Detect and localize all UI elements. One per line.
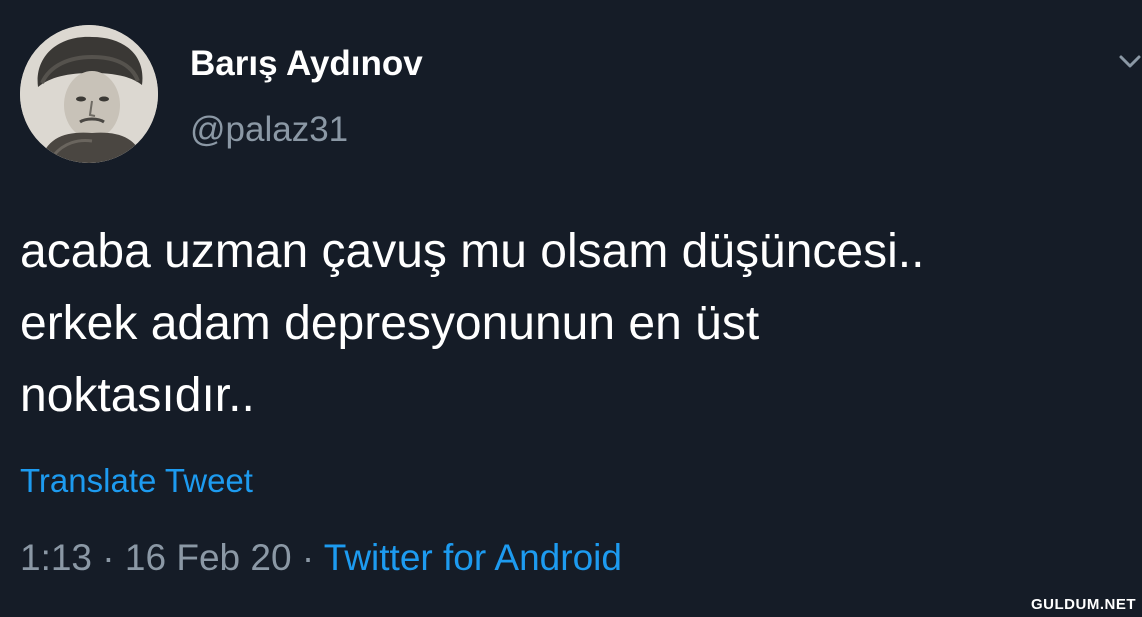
meta-separator: ·	[92, 537, 125, 578]
translate-tweet-link[interactable]: Translate Tweet	[20, 462, 253, 500]
tweet-time[interactable]: 1:13	[20, 537, 92, 578]
author-handle[interactable]: @palaz31	[190, 110, 348, 150]
avatar[interactable]	[20, 25, 158, 163]
site-watermark: GULDUM.NET	[1031, 596, 1136, 613]
tweet-date[interactable]: 16 Feb 20	[125, 537, 292, 578]
chevron-down-icon[interactable]	[1118, 52, 1142, 72]
profile-photo-icon	[20, 25, 158, 163]
tweet-metadata: 1:13 · 16 Feb 20 · Twitter for Android	[20, 537, 622, 579]
author-display-name[interactable]: Barış Aydınov	[190, 44, 423, 84]
tweet-text: acaba uzman çavuş mu olsam düşüncesi.. e…	[20, 225, 925, 422]
meta-separator: ·	[291, 537, 324, 578]
tweet-source-link[interactable]: Twitter for Android	[324, 537, 622, 578]
tweet-card: Barış Aydınov @palaz31 acaba uzman çavuş…	[0, 0, 1142, 617]
